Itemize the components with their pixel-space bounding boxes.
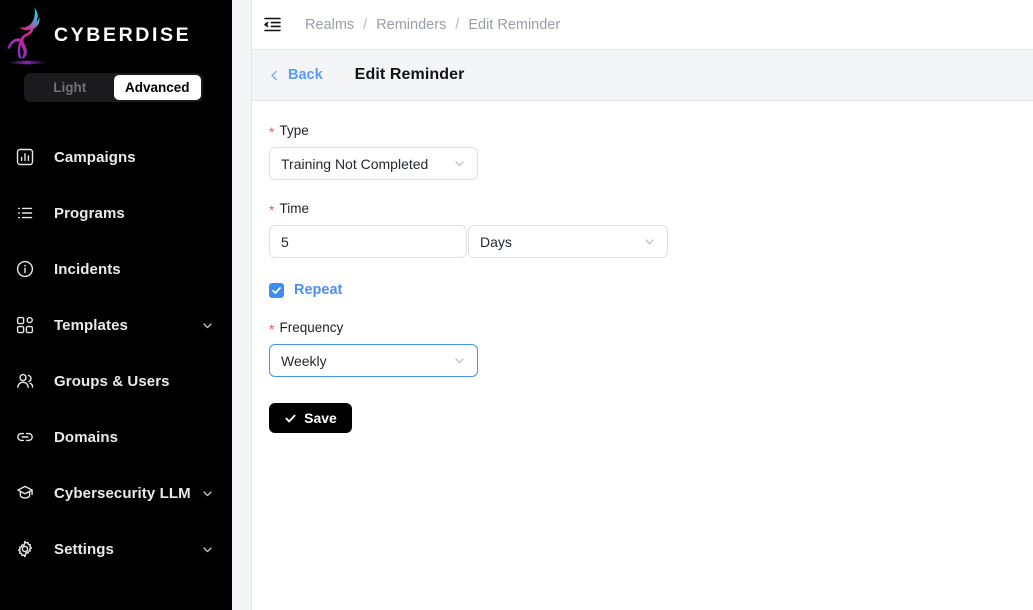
field-frequency: * Frequency Weekly (269, 320, 1033, 377)
required-marker: * (269, 321, 275, 337)
list-icon (14, 202, 36, 224)
sidebar-item-cybersecurity-llm[interactable]: Cybersecurity LLM (0, 465, 232, 521)
chevron-down-icon[interactable] (201, 319, 214, 332)
sidebar-gutter (232, 0, 252, 610)
required-marker: * (269, 202, 275, 218)
sidebar-item-label: Cybersecurity LLM (54, 484, 191, 502)
time-amount-value: 5 (281, 233, 289, 250)
field-time: * Time 5 Days (269, 201, 1033, 258)
chevron-down-icon (453, 157, 466, 170)
form-content: * Type Training Not Completed * Time 5 D… (252, 101, 1033, 610)
breadcrumb-separator: / (455, 16, 460, 33)
sidebar-item-programs[interactable]: Programs (0, 185, 232, 241)
sidebar-item-campaigns[interactable]: Campaigns (0, 129, 232, 185)
time-unit-select[interactable]: Days (468, 225, 668, 258)
mode-option-light[interactable]: Light (26, 75, 114, 100)
page-header: Back Edit Reminder (252, 49, 1033, 101)
check-icon (284, 412, 297, 425)
type-select[interactable]: Training Not Completed (269, 147, 478, 180)
users-icon (14, 370, 36, 392)
blocks-icon (14, 314, 36, 336)
required-marker: * (269, 124, 275, 140)
frequency-select[interactable]: Weekly (269, 344, 478, 377)
sidebar-nav: Campaigns Programs Incidents Templates G… (0, 129, 232, 577)
type-select-value: Training Not Completed (281, 155, 429, 172)
brand[interactable]: CYBERDISE (0, 0, 232, 70)
sidebar-item-domains[interactable]: Domains (0, 409, 232, 465)
chevron-left-icon (268, 69, 281, 82)
main-area: Realms / Reminders / Edit Reminder Back … (252, 0, 1033, 610)
save-button-label: Save (304, 410, 337, 426)
field-time-label: * Time (269, 201, 1033, 218)
breadcrumb: Realms / Reminders / Edit Reminder (305, 17, 560, 33)
sidebar-item-label: Campaigns (54, 148, 136, 166)
chevron-down-icon (453, 354, 466, 367)
label-text: Frequency (279, 320, 344, 335)
app-root: CYBERDISE Light Advanced Campaigns Progr… (0, 0, 1033, 610)
collapse-sidebar-icon[interactable] (258, 11, 286, 39)
back-label: Back (288, 67, 323, 83)
mode-option-advanced[interactable]: Advanced (113, 75, 201, 100)
chevron-down-icon (643, 235, 656, 248)
info-circle-icon (14, 258, 36, 280)
sidebar-item-label: Templates (54, 316, 128, 334)
sidebar-item-settings[interactable]: Settings (0, 521, 232, 577)
field-type: * Type Training Not Completed (269, 123, 1033, 180)
breadcrumb-item-reminders[interactable]: Reminders (376, 17, 446, 33)
sidebar-item-label: Groups & Users (54, 372, 170, 390)
graduation-cap-icon (14, 482, 36, 504)
chevron-down-icon[interactable] (201, 487, 214, 500)
breadcrumb-item-realms[interactable]: Realms (305, 17, 354, 33)
antelope-logo-icon (7, 7, 47, 65)
gear-icon (14, 538, 36, 560)
check-icon (272, 286, 281, 294)
chevron-down-icon[interactable] (201, 543, 214, 556)
sidebar-item-templates[interactable]: Templates (0, 297, 232, 353)
frequency-select-value: Weekly (281, 352, 327, 369)
chart-bar-icon (14, 146, 36, 168)
time-row: 5 Days (269, 225, 1033, 258)
breadcrumb-item-edit-reminder: Edit Reminder (468, 16, 561, 33)
sidebar-item-label: Programs (54, 204, 125, 222)
repeat-checkbox[interactable] (269, 282, 284, 298)
label-text: Time (279, 201, 309, 216)
sidebar: CYBERDISE Light Advanced Campaigns Progr… (0, 0, 232, 610)
time-unit-value: Days (480, 233, 512, 250)
field-type-label: * Type (269, 123, 1033, 140)
repeat-checkbox-row[interactable]: Repeat (269, 282, 342, 298)
label-text: Type (279, 123, 309, 138)
sidebar-item-incidents[interactable]: Incidents (0, 241, 232, 297)
time-amount-input[interactable]: 5 (269, 225, 467, 258)
repeat-label: Repeat (294, 282, 343, 298)
sidebar-item-label: Incidents (54, 260, 121, 278)
sidebar-item-groups-users[interactable]: Groups & Users (0, 353, 232, 409)
field-frequency-label: * Frequency (269, 320, 1033, 337)
breadcrumb-separator: / (363, 16, 368, 33)
sidebar-item-label: Domains (54, 428, 119, 446)
page-title: Edit Reminder (354, 66, 465, 83)
link-icon (14, 426, 36, 448)
back-button[interactable]: Back (268, 67, 323, 83)
topbar: Realms / Reminders / Edit Reminder (252, 0, 1033, 49)
sidebar-item-label: Settings (54, 540, 114, 558)
mode-toggle[interactable]: Light Advanced (24, 73, 203, 102)
brand-name: CYBERDISE (54, 23, 192, 46)
save-button[interactable]: Save (269, 403, 352, 433)
